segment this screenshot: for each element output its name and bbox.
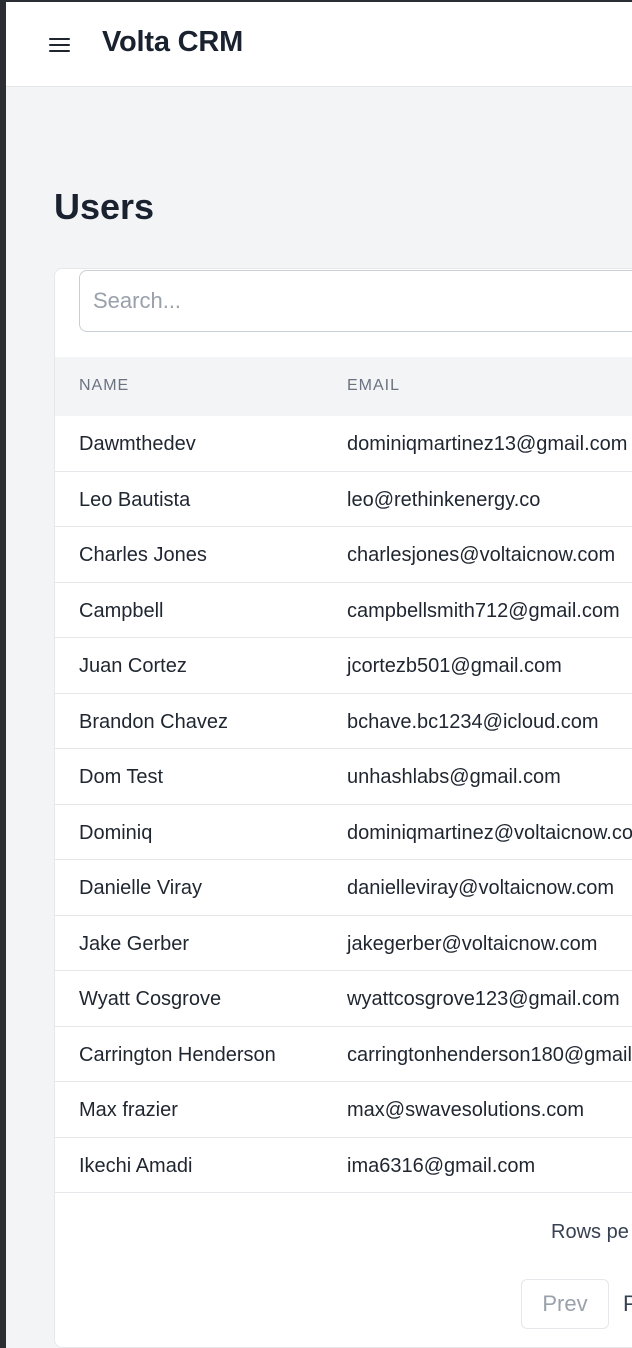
app-window: Volta CRM Users NAME EMAIL Dawmthedev dom… [6, 2, 632, 1348]
user-email: max@swavesolutions.com [347, 1099, 585, 1121]
user-name: Dominiq [79, 821, 153, 844]
user-email: wyattcosgrove123@gmail.com [347, 988, 620, 1010]
rows-per-page-label: Rows pe [551, 1221, 629, 1243]
next-page-button[interactable]: P [623, 1291, 632, 1317]
table-row[interactable]: Brandon Chavez bchave.bc1234@icloud.com [55, 694, 632, 749]
table-row[interactable]: Leo Bautista leo@rethinkenergy.co [55, 472, 632, 527]
table-row[interactable]: Campbell campbellsmith712@gmail.com [55, 583, 632, 638]
table-body: Dawmthedev dominiqmartinez13@gmail.com Le… [55, 416, 632, 1193]
column-header-email[interactable]: EMAIL [347, 377, 400, 395]
table-row[interactable]: Jake Gerber jakegerber@voltaicnow.com [55, 916, 632, 971]
user-email: dominiqmartinez13@gmail.com [347, 433, 628, 455]
user-email: danielleviray@voltaicnow.com [347, 877, 615, 899]
user-email: ima6316@gmail.com [347, 1154, 536, 1177]
prev-page-button[interactable]: Prev [521, 1279, 609, 1329]
user-email: bchave.bc1234@icloud.com [347, 710, 599, 733]
table-row[interactable]: Juan Cortez jcortezb501@gmail.com [55, 638, 632, 694]
table-row[interactable]: Ikechi Amadi ima6316@gmail.com [55, 1138, 632, 1193]
user-name: Ikechi Amadi [79, 1154, 193, 1177]
users-table-card: NAME EMAIL Dawmthedev dominiqmartinez13@g… [54, 268, 632, 1348]
user-email: jcortezb501@gmail.com [347, 655, 562, 677]
table-row[interactable]: Carrington Henderson carringtonhenderson1… [55, 1027, 632, 1082]
search-input[interactable] [79, 270, 632, 332]
user-name: Jake Gerber [79, 932, 190, 955]
user-name: Campbell [79, 599, 164, 622]
user-email: jakegerber@voltaicnow.com [347, 932, 598, 955]
table-row[interactable]: Dom Test unhashlabs@gmail.com [55, 749, 632, 805]
user-name: Leo Bautista [79, 488, 191, 511]
user-name: Juan Cortez [79, 655, 187, 677]
user-name: Carrington Henderson [79, 1043, 276, 1066]
user-name: Dom Test [79, 766, 164, 788]
table-row[interactable]: Charles Jones charlesjones@voltaicnow.com [55, 527, 632, 583]
table-row[interactable]: Wyatt Cosgrove wyattcosgrove123@gmail.com [55, 971, 632, 1027]
column-header-name[interactable]: NAME [79, 377, 129, 395]
table-header: NAME EMAIL [55, 357, 632, 416]
hamburger-menu-icon[interactable] [49, 35, 71, 53]
app-title: Volta CRM [102, 26, 244, 58]
table-row[interactable]: Dominiq dominiqmartinez@voltaicnow.com [55, 805, 632, 860]
user-name: Brandon Chavez [79, 710, 228, 733]
page-title: Users [54, 186, 155, 227]
user-email: dominiqmartinez@voltaicnow.com [347, 821, 632, 844]
table-row[interactable]: Danielle Viray danielleviray@voltaicnow.c… [55, 860, 632, 916]
user-email: carringtonhenderson180@gmail.com [347, 1043, 632, 1066]
user-name: Max frazier [79, 1099, 178, 1121]
user-name: Dawmthedev [79, 433, 196, 455]
user-email: leo@rethinkenergy.co [347, 488, 541, 511]
user-name: Wyatt Cosgrove [79, 988, 222, 1010]
user-email: campbellsmith712@gmail.com [347, 599, 620, 622]
top-bar: Volta CRM [6, 2, 632, 87]
table-row[interactable]: Max frazier max@swavesolutions.com [55, 1082, 632, 1138]
user-email: charlesjones@voltaicnow.com [347, 544, 616, 566]
user-name: Danielle Viray [79, 877, 203, 899]
user-email: unhashlabs@gmail.com [347, 766, 561, 788]
table-row[interactable]: Dawmthedev dominiqmartinez13@gmail.com [55, 416, 632, 472]
user-name: Charles Jones [79, 544, 207, 566]
